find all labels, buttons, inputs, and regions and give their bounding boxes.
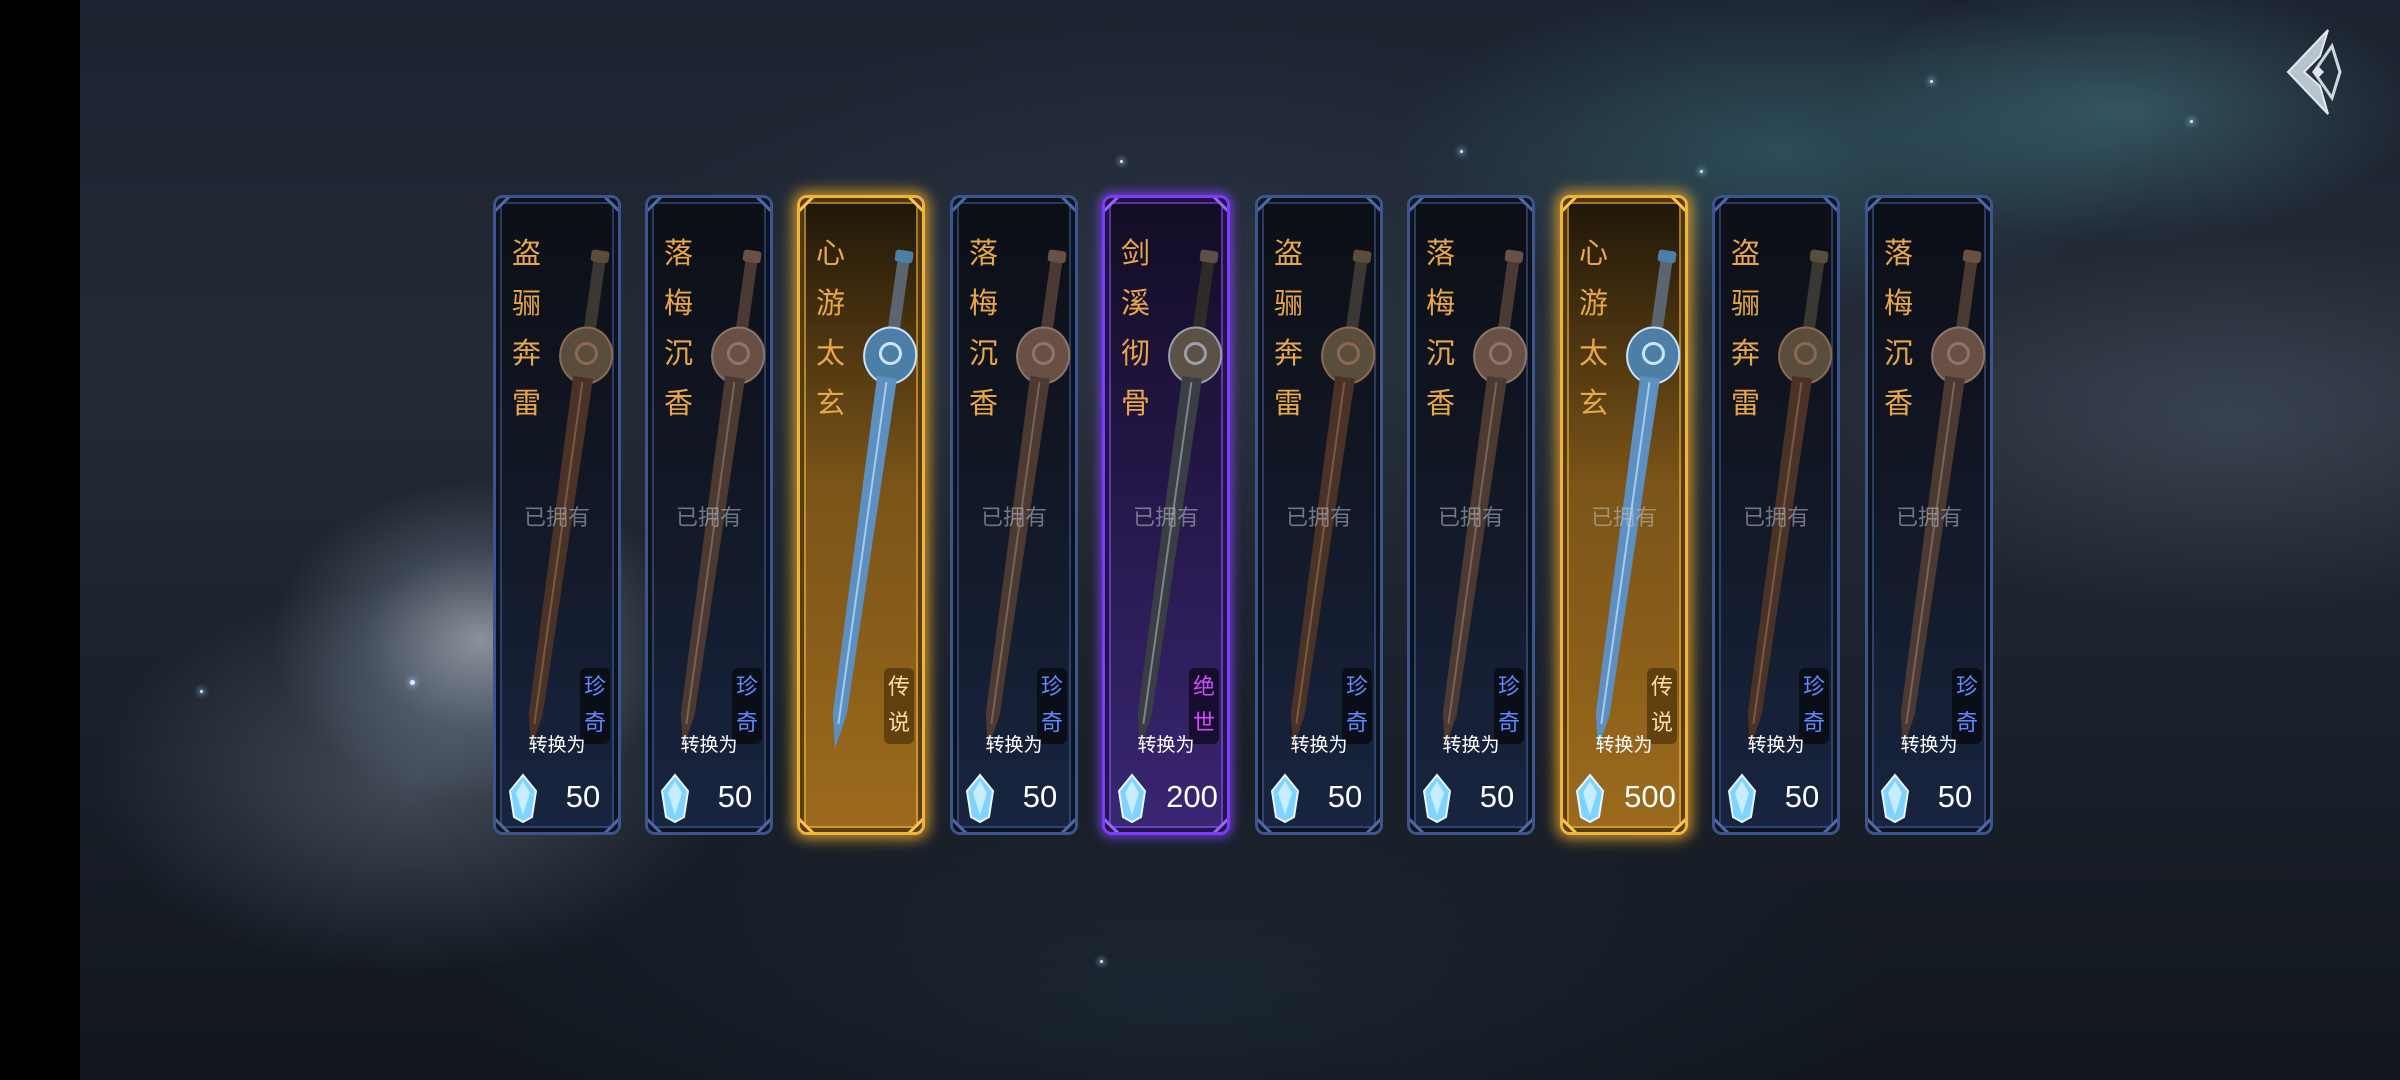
conversion-reward: 50 xyxy=(963,773,1071,823)
sword-card[interactable]: 落梅沉香 已拥有 珍奇 转换为 50 xyxy=(1865,195,1993,835)
sword-name: 心游太玄 xyxy=(816,236,846,420)
card-corner-ornament xyxy=(603,817,618,832)
card-corner-ornament xyxy=(1563,198,1578,213)
card-corner-ornament xyxy=(907,817,922,832)
convert-label: 转换为 xyxy=(528,734,586,756)
convert-label: 转换为 xyxy=(985,734,1043,756)
sword-name: 心游太玄 xyxy=(1579,236,1609,420)
card-corner-ornament xyxy=(496,198,511,213)
conversion-reward: 50 xyxy=(1725,773,1833,823)
card-corner-ornament xyxy=(1410,198,1425,213)
card-corner-ornament xyxy=(1975,198,1990,213)
sword-card[interactable]: 落梅沉香 已拥有 珍奇 转换为 50 xyxy=(645,195,773,835)
card-corner-ornament xyxy=(1060,198,1075,213)
owned-label: 已拥有 xyxy=(675,506,742,531)
crystal-amount: 50 xyxy=(1784,779,1820,814)
card-corner-ornament xyxy=(907,198,922,213)
sword-name: 盗骊奔雷 xyxy=(1731,236,1761,420)
conversion-reward: 200 xyxy=(1115,773,1223,823)
crystal-icon xyxy=(1880,773,1910,823)
crystal-amount: 50 xyxy=(565,779,601,814)
sword-card[interactable]: 盗骊奔雷 已拥有 珍奇 转换为 50 xyxy=(493,195,621,835)
card-corner-ornament xyxy=(800,817,815,832)
sword-card[interactable]: 心游太玄传说 xyxy=(797,195,925,835)
owned-label: 已拥有 xyxy=(1437,506,1504,531)
conversion-reward: 50 xyxy=(1420,773,1528,823)
convert-label: 转换为 xyxy=(1595,734,1653,756)
sword-card[interactable]: 落梅沉香 已拥有 珍奇 转换为 50 xyxy=(1407,195,1535,835)
card-corner-ornament xyxy=(1212,198,1227,213)
crystal-amount: 50 xyxy=(1022,779,1058,814)
crystal-amount: 50 xyxy=(1327,779,1363,814)
sword-name: 剑溪彻骨 xyxy=(1121,236,1151,420)
crystal-icon xyxy=(1270,773,1300,823)
card-corner-ornament xyxy=(1060,817,1075,832)
convert-label: 转换为 xyxy=(1442,734,1500,756)
convert-label: 转换为 xyxy=(1900,734,1958,756)
card-corner-ornament xyxy=(755,198,770,213)
sword-name: 盗骊奔雷 xyxy=(1274,236,1304,420)
card-corner-ornament xyxy=(1975,817,1990,832)
sword-name: 盗骊奔雷 xyxy=(512,236,542,420)
crystal-amount: 50 xyxy=(1479,779,1515,814)
owned-label: 已拥有 xyxy=(980,506,1047,531)
crystal-icon xyxy=(965,773,995,823)
conversion-reward: 50 xyxy=(1878,773,1986,823)
sword-card[interactable]: 心游太玄 已拥有 传说 转换为 500 xyxy=(1560,195,1688,835)
convert-label: 转换为 xyxy=(1290,734,1348,756)
card-corner-ornament xyxy=(1258,198,1273,213)
card-corner-ornament xyxy=(1365,817,1380,832)
conversion-reward: 50 xyxy=(1268,773,1376,823)
sword-name: 落梅沉香 xyxy=(664,236,694,420)
crystal-icon xyxy=(1422,773,1452,823)
card-corner-ornament xyxy=(800,198,815,213)
card-corner-ornament xyxy=(1822,198,1837,213)
card-corner-ornament xyxy=(1715,198,1730,213)
convert-label: 转换为 xyxy=(1137,734,1195,756)
conversion-reward: 50 xyxy=(658,773,766,823)
game-screen: 盗骊奔雷 已拥有 珍奇 转换为 50 落梅沉香 已拥有 珍奇 转换为 50 心游太玄 传说 落梅沉香 已拥… xyxy=(0,0,2400,1080)
crystal-icon xyxy=(1575,773,1605,823)
card-corner-ornament xyxy=(1868,198,1883,213)
card-corner-ornament xyxy=(1822,817,1837,832)
card-corner-ornament xyxy=(1517,817,1532,832)
sword-card-list: 盗骊奔雷 已拥有 珍奇 转换为 50 落梅沉香 已拥有 珍奇 转换为 50 心游太玄 传说 落梅沉香 已拥… xyxy=(0,0,2400,1080)
crystal-icon xyxy=(508,773,538,823)
sword-name: 落梅沉香 xyxy=(1426,236,1456,420)
conversion-reward: 50 xyxy=(506,773,614,823)
owned-label: 已拥有 xyxy=(1895,506,1962,531)
card-corner-ornament xyxy=(1212,817,1227,832)
crystal-amount: 500 xyxy=(1624,779,1676,814)
sword-name: 落梅沉香 xyxy=(1884,236,1914,420)
sword-card[interactable]: 落梅沉香 已拥有 珍奇 转换为 50 xyxy=(950,195,1078,835)
owned-label: 已拥有 xyxy=(1132,506,1199,531)
card-corner-ornament xyxy=(755,817,770,832)
conversion-reward: 500 xyxy=(1573,773,1681,823)
crystal-icon xyxy=(1727,773,1757,823)
owned-label: 已拥有 xyxy=(1285,506,1352,531)
owned-label: 已拥有 xyxy=(1742,506,1809,531)
card-corner-ornament xyxy=(1105,198,1120,213)
crystal-amount: 50 xyxy=(1937,779,1973,814)
crystal-amount: 200 xyxy=(1166,779,1218,814)
card-corner-ornament xyxy=(603,198,618,213)
card-corner-ornament xyxy=(953,198,968,213)
sword-card[interactable]: 剑溪彻骨 已拥有 绝世 转换为 200 xyxy=(1102,195,1230,835)
crystal-amount: 50 xyxy=(717,779,753,814)
card-corner-ornament xyxy=(1365,198,1380,213)
sword-card[interactable]: 盗骊奔雷 已拥有 珍奇 转换为 50 xyxy=(1255,195,1383,835)
sword-name: 落梅沉香 xyxy=(969,236,999,420)
sword-card[interactable]: 盗骊奔雷 已拥有 珍奇 转换为 50 xyxy=(1712,195,1840,835)
card-corner-ornament xyxy=(1670,198,1685,213)
rarity-badge: 传说 xyxy=(884,668,914,744)
crystal-icon xyxy=(660,773,690,823)
owned-label: 已拥有 xyxy=(523,506,590,531)
card-corner-ornament xyxy=(648,198,663,213)
card-corner-ornament xyxy=(1517,198,1532,213)
crystal-icon xyxy=(1117,773,1147,823)
owned-label: 已拥有 xyxy=(1590,506,1657,531)
card-corner-ornament xyxy=(1670,817,1685,832)
convert-label: 转换为 xyxy=(680,734,738,756)
convert-label: 转换为 xyxy=(1747,734,1805,756)
